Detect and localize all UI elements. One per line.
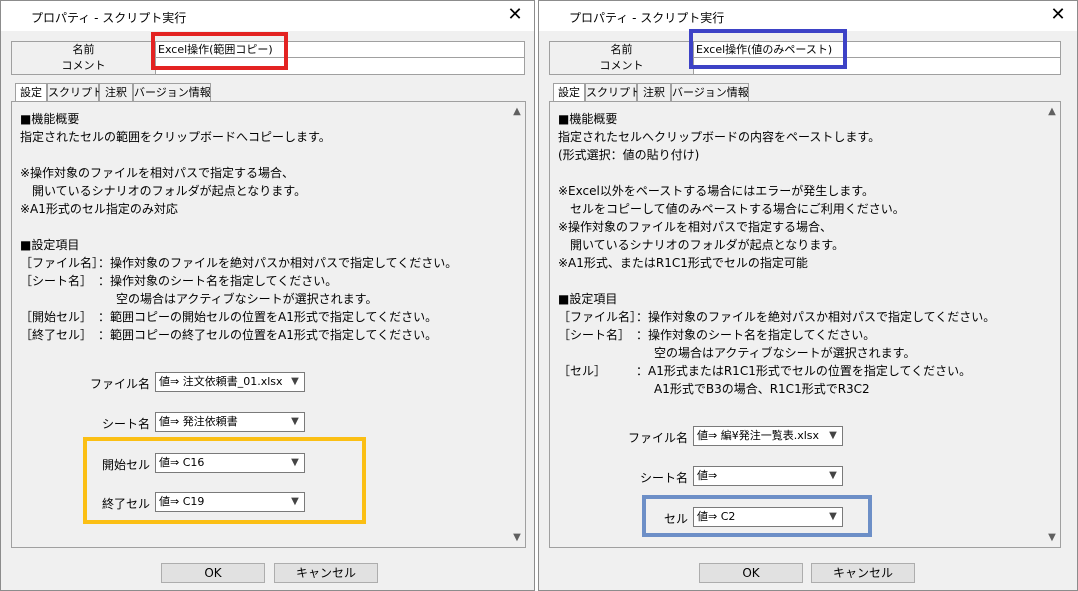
description-line: 指定されたセルへクリップボードの内容をペーストします。 — [558, 130, 881, 144]
close-icon[interactable]: ✕ — [504, 4, 526, 26]
property-row-name: 名前 Excel操作(範囲コピー) — [12, 42, 524, 58]
start-cell-value: 値⇒ C16 — [159, 456, 205, 469]
tab-notes[interactable]: 注釈 — [637, 83, 671, 101]
chevron-down-icon: ▼ — [289, 454, 301, 472]
settings-panel: ■機能概要 指定されたセルの範囲をクリップボードへコピーします。 ※操作対象のフ… — [11, 101, 526, 548]
file-name-label: ファイル名 — [89, 377, 150, 391]
description-line: 空の場合はアクティブなシートが選択されます。 — [558, 346, 916, 360]
title-bar: プロパティ - スクリプト実行 ✕ — [539, 1, 1077, 31]
sheet-name-value: 値⇒ — [697, 469, 718, 482]
property-grid: 名前 Excel操作(値のみペースト) コメント — [549, 41, 1061, 75]
description-line: ［ファイル名］：操作対象のファイルを絶対パスか相対パスで指定してください。 — [558, 310, 996, 324]
description-line: ※A1形式のセル指定のみ対応 — [20, 202, 178, 216]
property-row-comment: コメント — [12, 58, 524, 74]
ok-button[interactable]: OK — [699, 563, 803, 583]
description-line — [558, 164, 1042, 182]
chevron-down-icon: ▼ — [289, 493, 301, 511]
description-line: 空の場合はアクティブなシートが選択されます。 — [20, 292, 378, 306]
name-label: 名前 — [12, 42, 156, 58]
tab-script[interactable]: スクリプト — [585, 83, 641, 101]
end-cell-label: 終了セル — [101, 497, 150, 511]
start-cell-select[interactable]: 値⇒ C16 ▼ — [155, 453, 305, 473]
properties-dialog-copy: プロパティ - スクリプト実行 ✕ 名前 Excel操作(範囲コピー) コメント… — [0, 0, 535, 591]
description-line: ［開始セル］ ：範囲コピーの開始セルの位置をA1形式で指定してください。 — [20, 310, 438, 324]
tab-version-info[interactable]: バージョン情報 — [671, 83, 749, 101]
chevron-down-icon: ▼ — [289, 413, 301, 431]
description-line: セルをコピーして値のみペーストする場合にご利用ください。 — [558, 202, 905, 216]
cancel-button[interactable]: キャンセル — [811, 563, 915, 583]
close-icon[interactable]: ✕ — [1047, 4, 1069, 26]
cell-select[interactable]: 値⇒ C2 ▼ — [693, 507, 843, 527]
tab-settings[interactable]: 設定 — [553, 83, 585, 102]
description-text: ■機能概要 指定されたセルへクリップボードの内容をペーストします。 (形式選択：… — [558, 110, 1042, 398]
description-line — [20, 218, 507, 236]
property-row-name: 名前 Excel操作(値のみペースト) — [550, 42, 1060, 58]
tab-script[interactable]: スクリプト — [47, 83, 103, 101]
window-title: プロパティ - スクリプト実行 — [569, 11, 725, 25]
scroll-down-icon[interactable]: ▼ — [1046, 532, 1058, 543]
name-field[interactable]: Excel操作(範囲コピー) — [158, 42, 273, 58]
cancel-button[interactable]: キャンセル — [274, 563, 378, 583]
file-name-select[interactable]: 値⇒ 編¥発注一覧表.xlsx ▼ — [693, 426, 843, 446]
chevron-down-icon: ▼ — [827, 427, 839, 445]
description-line: ■機能概要 — [20, 112, 80, 126]
scroll-up-icon[interactable]: ▲ — [511, 106, 523, 117]
property-row-comment: コメント — [550, 58, 1060, 74]
description-line: ■設定項目 — [20, 238, 80, 252]
sheet-name-label: シート名 — [101, 417, 150, 431]
description-line: ※A1形式、またはR1C1形式でセルの指定可能 — [558, 256, 808, 270]
description-text: ■機能概要 指定されたセルの範囲をクリップボードへコピーします。 ※操作対象のフ… — [20, 110, 507, 344]
chevron-down-icon: ▼ — [289, 373, 301, 391]
cell-value: 値⇒ C2 — [697, 510, 736, 523]
description-line — [558, 272, 1042, 290]
end-cell-value: 値⇒ C19 — [159, 495, 205, 508]
scroll-up-icon[interactable]: ▲ — [1046, 106, 1058, 117]
name-label: 名前 — [550, 42, 694, 58]
file-name-value: 値⇒ 編¥発注一覧表.xlsx — [697, 429, 820, 442]
sheet-name-select[interactable]: 値⇒ ▼ — [693, 466, 843, 486]
tab-notes[interactable]: 注釈 — [99, 83, 133, 101]
description-line: ［ファイル名］：操作対象のファイルを絶対パスか相対パスで指定してください。 — [20, 256, 458, 270]
property-grid: 名前 Excel操作(範囲コピー) コメント — [11, 41, 525, 75]
description-line: A1形式でB3の場合、R1C1形式でR3C2 — [558, 382, 870, 396]
comment-label: コメント — [550, 58, 694, 74]
sheet-name-value: 値⇒ 発注依頼書 — [159, 415, 238, 428]
description-line: ※操作対象のファイルを相対パスで指定する場合、 — [20, 166, 295, 180]
description-line: ［終了セル］ ：範囲コピーの終了セルの位置をA1形式で指定してください。 — [20, 328, 438, 342]
description-line: ［シート名］ ：操作対象のシート名を指定してください。 — [20, 274, 338, 288]
chevron-down-icon: ▼ — [827, 508, 839, 526]
chevron-down-icon: ▼ — [827, 467, 839, 485]
start-cell-label: 開始セル — [101, 458, 150, 472]
cell-label: セル — [663, 512, 688, 526]
sheet-name-select[interactable]: 値⇒ 発注依頼書 ▼ — [155, 412, 305, 432]
tab-settings[interactable]: 設定 — [15, 83, 47, 102]
end-cell-select[interactable]: 値⇒ C19 ▼ — [155, 492, 305, 512]
description-line: ※Excel以外をペーストする場合にはエラーが発生します。 — [558, 184, 875, 198]
tab-version-info[interactable]: バージョン情報 — [133, 83, 211, 101]
description-line: 開いているシナリオのフォルダが起点となります。 — [20, 184, 307, 198]
settings-panel: ■機能概要 指定されたセルへクリップボードの内容をペーストします。 (形式選択：… — [549, 101, 1061, 548]
description-line — [20, 146, 507, 164]
name-field[interactable]: Excel操作(値のみペースト) — [696, 42, 832, 58]
ok-button[interactable]: OK — [161, 563, 265, 583]
scroll-down-icon[interactable]: ▼ — [511, 532, 523, 543]
description-line: ■設定項目 — [558, 292, 618, 306]
description-line: (形式選択：値の貼り付け) — [558, 148, 700, 162]
file-name-value: 値⇒ 注文依頼書_01.xlsx — [159, 375, 283, 388]
description-line: ［シート名］ ：操作対象のシート名を指定してください。 — [558, 328, 876, 342]
title-bar: プロパティ - スクリプト実行 ✕ — [1, 1, 534, 31]
window-title: プロパティ - スクリプト実行 — [31, 11, 187, 25]
description-line: 開いているシナリオのフォルダが起点となります。 — [558, 238, 845, 252]
sheet-name-label: シート名 — [639, 471, 688, 485]
description-line: ■機能概要 — [558, 112, 618, 126]
properties-dialog-paste: プロパティ - スクリプト実行 ✕ 名前 Excel操作(値のみペースト) コメ… — [538, 0, 1078, 591]
comment-label: コメント — [12, 58, 156, 74]
file-name-label: ファイル名 — [627, 431, 688, 445]
description-line: ［セル］ ：A1形式またはR1C1形式でセルの位置を指定してください。 — [558, 364, 972, 378]
description-line: ※操作対象のファイルを相対パスで指定する場合、 — [558, 220, 833, 234]
description-line: 指定されたセルの範囲をクリップボードへコピーします。 — [20, 130, 331, 144]
file-name-select[interactable]: 値⇒ 注文依頼書_01.xlsx ▼ — [155, 372, 305, 392]
